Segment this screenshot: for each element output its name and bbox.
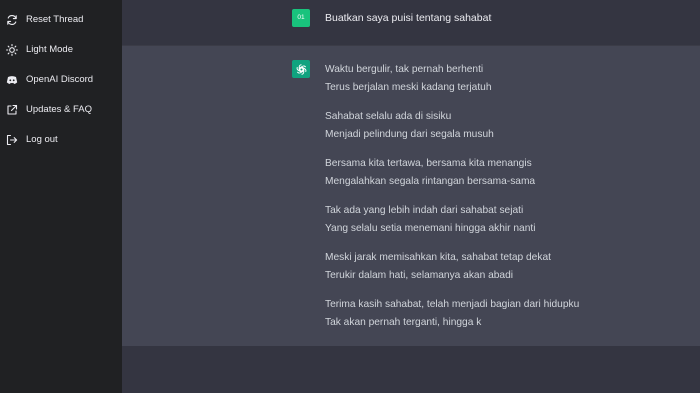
refresh-icon	[7, 15, 17, 25]
poem-stanza: Sahabat selalu ada di sisiku Menjadi pel…	[325, 111, 685, 147]
discord-icon	[6, 76, 18, 84]
poem-line: Tak ada yang lebih indah dari sahabat se…	[325, 205, 524, 216]
sidebar-item-label: Light Mode	[26, 44, 74, 55]
sidebar: Reset Thread Light Mode OpenAI Discord U…	[0, 0, 122, 393]
sidebar-item-label: Updates & FAQ	[26, 104, 93, 115]
sidebar-item-label: Reset Thread	[26, 14, 84, 25]
sidebar-item-reset-thread[interactable]: Reset Thread	[0, 7, 122, 33]
sidebar-item-openai-discord[interactable]: OpenAI Discord	[0, 67, 122, 93]
logout-icon	[6, 134, 18, 146]
poem-line: Terima kasih sahabat, telah menjadi bagi…	[325, 299, 580, 310]
poem-stanza: Terima kasih sahabat, telah menjadi bagi…	[325, 299, 685, 335]
poem-line: Mengalahkan segala rintangan bersama-sam…	[325, 176, 536, 187]
sidebar-item-updates-faq[interactable]: Updates & FAQ	[0, 97, 122, 123]
assistant-avatar	[292, 60, 310, 78]
sidebar-item-light-mode[interactable]: Light Mode	[0, 37, 122, 63]
poem-line: Terus berjalan meski kadang terjatuh	[325, 82, 492, 93]
user-message-row: 01 Buatkan saya puisi tentang sahabat	[122, 0, 700, 45]
sidebar-item-log-out[interactable]: Log out	[0, 127, 122, 153]
poem-line: Sahabat selalu ada di sisiku	[325, 111, 452, 122]
chat-bottom-area	[122, 346, 700, 393]
poem-line: Bersama kita tertawa, bersama kita menan…	[325, 158, 532, 169]
chat-app: Reset Thread Light Mode OpenAI Discord U…	[0, 0, 700, 393]
poem-line: Tak akan pernah terganti, hingga k	[325, 317, 482, 328]
poem-stanza: Tak ada yang lebih indah dari sahabat se…	[325, 205, 685, 241]
poem-line: Terukir dalam hati, selamanya akan abadi	[325, 270, 514, 281]
external-link-icon	[7, 104, 18, 115]
poem-stanza: Meski jarak memisahkan kita, sahabat tet…	[325, 252, 685, 288]
assistant-message-row: Waktu bergulir, tak pernah berhenti Teru…	[122, 45, 700, 346]
chat-main: 01 Buatkan saya puisi tentang sahabat Wa…	[122, 0, 700, 393]
sidebar-item-label: Log out	[26, 134, 58, 145]
user-avatar: 01	[292, 9, 310, 27]
user-message-text: Buatkan saya puisi tentang sahabat	[325, 12, 492, 24]
sidebar-item-label: OpenAI Discord	[26, 74, 94, 85]
openai-logo-icon	[296, 63, 306, 75]
poem-line: Menjadi pelindung dari segala musuh	[325, 129, 494, 140]
poem-stanza: Waktu bergulir, tak pernah berhenti Teru…	[325, 64, 685, 100]
poem-line: Yang selalu setia menemani hingga akhir …	[325, 223, 536, 234]
sun-icon	[6, 44, 18, 56]
poem-line: Meski jarak memisahkan kita, sahabat tet…	[325, 252, 551, 263]
poem-stanza: Bersama kita tertawa, bersama kita menan…	[325, 158, 685, 194]
poem-line: Waktu bergulir, tak pernah berhenti	[325, 64, 484, 75]
